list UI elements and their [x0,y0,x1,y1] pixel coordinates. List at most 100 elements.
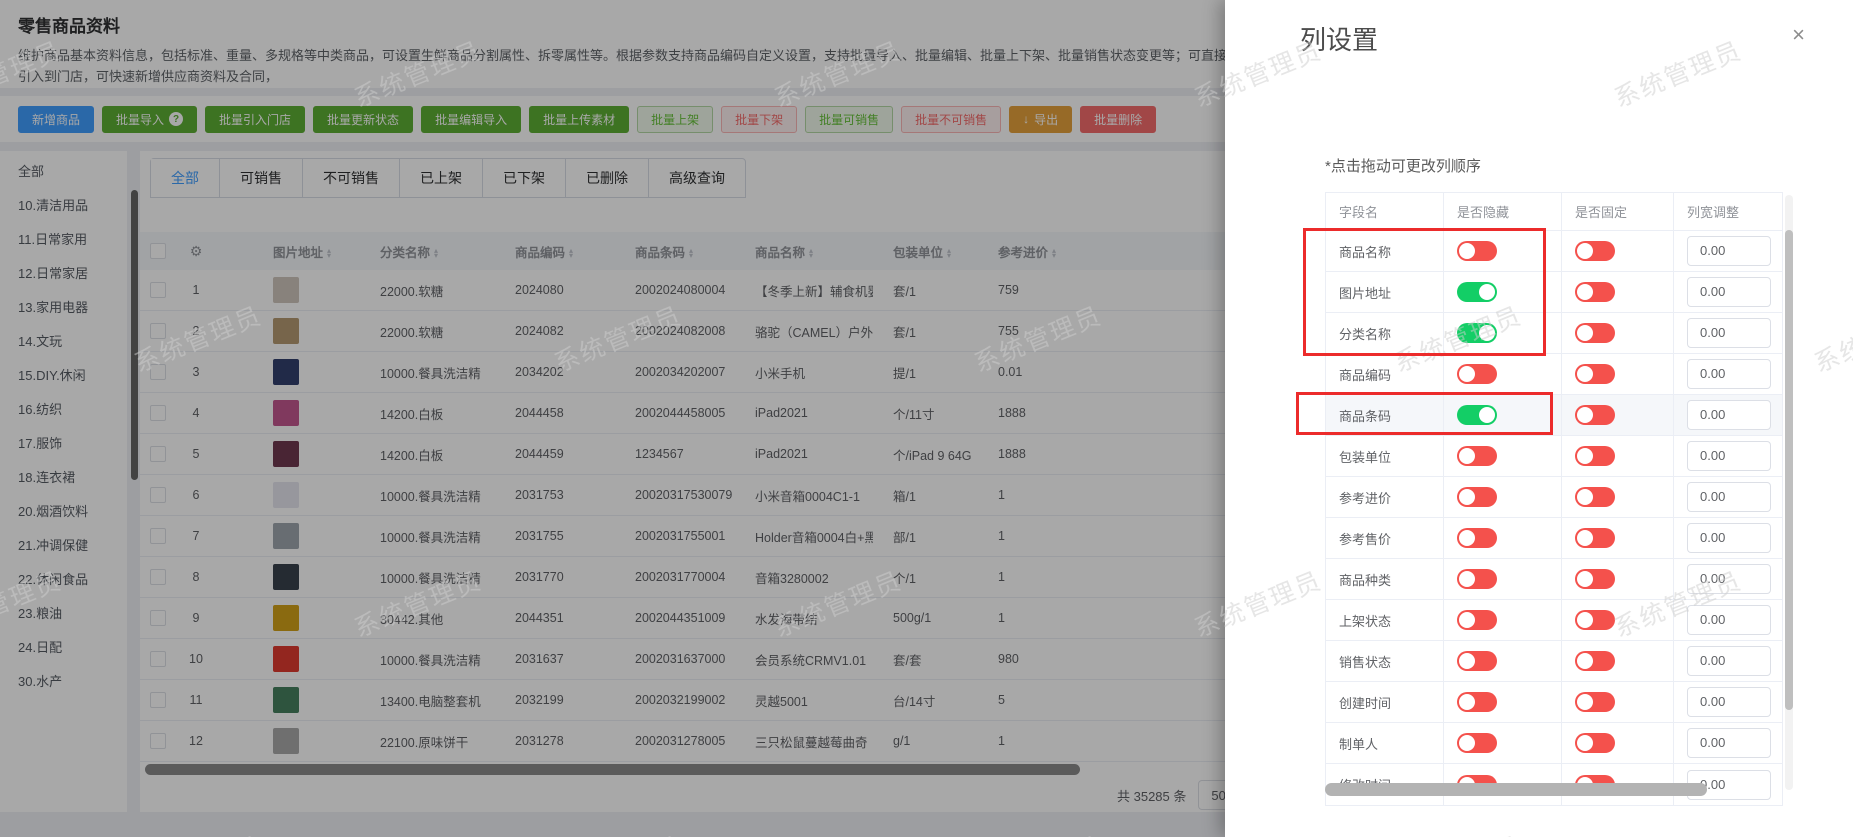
settings-row[interactable]: 商品编码 0.00 [1326,354,1782,395]
close-icon[interactable]: × [1792,24,1805,46]
hidden-cell [1444,313,1562,353]
field-name: 创建时间 [1326,682,1444,722]
fixed-cell [1562,723,1674,763]
fixed-toggle[interactable] [1575,651,1615,671]
width-input[interactable]: 0.00 [1687,277,1771,307]
width-cell: 0.00 [1674,313,1782,353]
width-input[interactable]: 0.00 [1687,728,1771,758]
width-input[interactable]: 0.00 [1687,359,1771,389]
hidden-cell [1444,272,1562,312]
fixed-toggle[interactable] [1575,733,1615,753]
settings-row[interactable]: 参考进价 0.00 [1326,477,1782,518]
fixed-cell [1562,641,1674,681]
settings-row[interactable]: 商品种类 0.00 [1326,559,1782,600]
column-settings-table: 字段名 是否隐藏 是否固定 列宽调整 商品名称 0.00 图片地址 0.00 分类名称 0… [1325,192,1783,806]
fixed-toggle[interactable] [1575,569,1615,589]
width-input[interactable]: 0.00 [1687,564,1771,594]
field-name: 上架状态 [1326,600,1444,640]
fixed-toggle[interactable] [1575,528,1615,548]
settings-row[interactable]: 制单人 0.00 [1326,723,1782,764]
settings-row[interactable]: 分类名称 0.00 [1326,313,1782,354]
width-input[interactable]: 0.00 [1687,482,1771,512]
width-cell: 0.00 [1674,682,1782,722]
hidden-toggle[interactable] [1457,241,1497,261]
fixed-cell [1562,559,1674,599]
col-header-width: 列宽调整 [1687,205,1740,220]
hidden-toggle[interactable] [1457,651,1497,671]
hidden-toggle[interactable] [1457,569,1497,589]
hidden-cell [1444,231,1562,271]
fixed-cell [1562,682,1674,722]
fixed-toggle[interactable] [1575,241,1615,261]
settings-row[interactable]: 商品条码 0.00 [1326,395,1782,436]
hidden-cell [1444,559,1562,599]
settings-row[interactable]: 参考售价 0.00 [1326,518,1782,559]
settings-row[interactable]: 图片地址 0.00 [1326,272,1782,313]
width-input[interactable]: 0.00 [1687,646,1771,676]
settings-row[interactable]: 上架状态 0.00 [1326,600,1782,641]
hidden-toggle[interactable] [1457,487,1497,507]
field-name: 包装单位 [1326,436,1444,476]
width-cell: 0.00 [1674,559,1782,599]
fixed-toggle[interactable] [1575,405,1615,425]
settings-row[interactable]: 销售状态 0.00 [1326,641,1782,682]
fixed-cell [1562,518,1674,558]
hidden-cell [1444,518,1562,558]
field-name: 分类名称 [1326,313,1444,353]
fixed-toggle[interactable] [1575,692,1615,712]
width-input[interactable]: 0.00 [1687,687,1771,717]
width-cell: 0.00 [1674,600,1782,640]
field-name: 商品种类 [1326,559,1444,599]
settings-row[interactable]: 创建时间 0.00 [1326,682,1782,723]
fixed-cell [1562,600,1674,640]
width-input[interactable]: 0.00 [1687,236,1771,266]
fixed-toggle[interactable] [1575,487,1615,507]
hidden-toggle[interactable] [1457,364,1497,384]
width-input[interactable]: 0.00 [1687,400,1771,430]
drawer-vertical-scrollbar[interactable] [1785,195,1793,790]
hidden-toggle[interactable] [1457,446,1497,466]
fixed-toggle[interactable] [1575,446,1615,466]
hidden-toggle[interactable] [1457,282,1497,302]
hidden-cell [1444,395,1562,435]
fixed-toggle[interactable] [1575,323,1615,343]
width-cell: 0.00 [1674,272,1782,312]
fixed-cell [1562,231,1674,271]
settings-row[interactable]: 商品名称 0.00 [1326,231,1782,272]
drawer-title: 列设置 [1300,25,1379,55]
hidden-toggle[interactable] [1457,323,1497,343]
width-input[interactable]: 0.00 [1687,318,1771,348]
width-cell: 0.00 [1674,477,1782,517]
hidden-toggle[interactable] [1457,610,1497,630]
field-name: 制单人 [1326,723,1444,763]
field-name: 商品条码 [1326,395,1444,435]
settings-rows: 商品名称 0.00 图片地址 0.00 分类名称 0.00 商品编码 0.00 商品条码 0.00… [1326,231,1782,805]
hidden-cell [1444,436,1562,476]
fixed-toggle[interactable] [1575,610,1615,630]
fixed-toggle[interactable] [1575,364,1615,384]
col-header-field: 字段名 [1326,193,1444,230]
width-cell: 0.00 [1674,723,1782,763]
field-name: 销售状态 [1326,641,1444,681]
modal-mask[interactable] [0,0,1225,837]
width-input[interactable]: 0.00 [1687,523,1771,553]
drawer-horizontal-scrollbar[interactable] [1325,783,1783,796]
width-input[interactable]: 0.00 [1687,605,1771,635]
hidden-toggle[interactable] [1457,528,1497,548]
settings-row[interactable]: 包装单位 0.00 [1326,436,1782,477]
fixed-cell [1562,477,1674,517]
fixed-cell [1562,313,1674,353]
fixed-toggle[interactable] [1575,282,1615,302]
width-input[interactable]: 0.00 [1687,441,1771,471]
hidden-toggle[interactable] [1457,692,1497,712]
scrollbar-thumb[interactable] [1325,783,1707,796]
hidden-cell [1444,723,1562,763]
hidden-toggle[interactable] [1457,405,1497,425]
width-cell: 0.00 [1674,354,1782,394]
col-header-fixed: 是否固定 [1562,193,1674,230]
hidden-cell [1444,641,1562,681]
field-name: 参考售价 [1326,518,1444,558]
hidden-toggle[interactable] [1457,733,1497,753]
drag-hint: *点击拖动可更改列顺序 [1325,158,1481,175]
scrollbar-thumb[interactable] [1785,230,1793,710]
